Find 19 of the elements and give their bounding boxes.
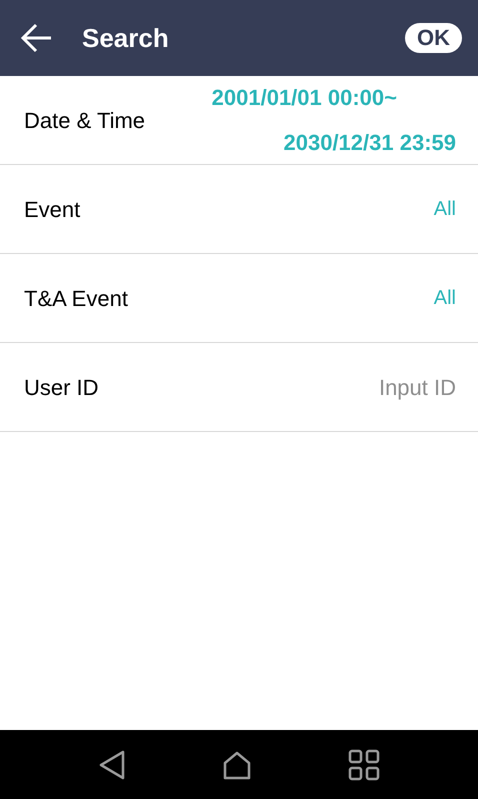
row-value: All xyxy=(434,197,456,222)
ok-button[interactable]: OK xyxy=(405,23,462,53)
start-date: 2001/01/01 00:00~ xyxy=(212,84,397,112)
row-value: All xyxy=(434,286,456,311)
row-label: Event xyxy=(24,196,80,224)
input-field[interactable]: Input ID xyxy=(256,370,456,404)
screen-title: Search xyxy=(82,22,169,54)
list-row[interactable]: User ID Input ID xyxy=(0,343,478,432)
end-date: 2030/12/31 23:59 xyxy=(284,129,456,157)
row-label: User ID xyxy=(24,374,99,402)
back-icon[interactable] xyxy=(98,748,126,780)
grid-icon[interactable] xyxy=(348,748,380,780)
list-row[interactable]: Date & Time 2001/01/01 00:00~ 2030/12/31 23:59 xyxy=(0,76,478,165)
home-icon[interactable] xyxy=(222,750,252,780)
list-row[interactable]: T&A Event All xyxy=(0,254,478,343)
back-icon[interactable] xyxy=(20,21,54,55)
list-row[interactable]: Event All xyxy=(0,165,478,254)
row-label: T&A Event xyxy=(24,284,128,312)
row-label: Date & Time xyxy=(24,106,146,134)
